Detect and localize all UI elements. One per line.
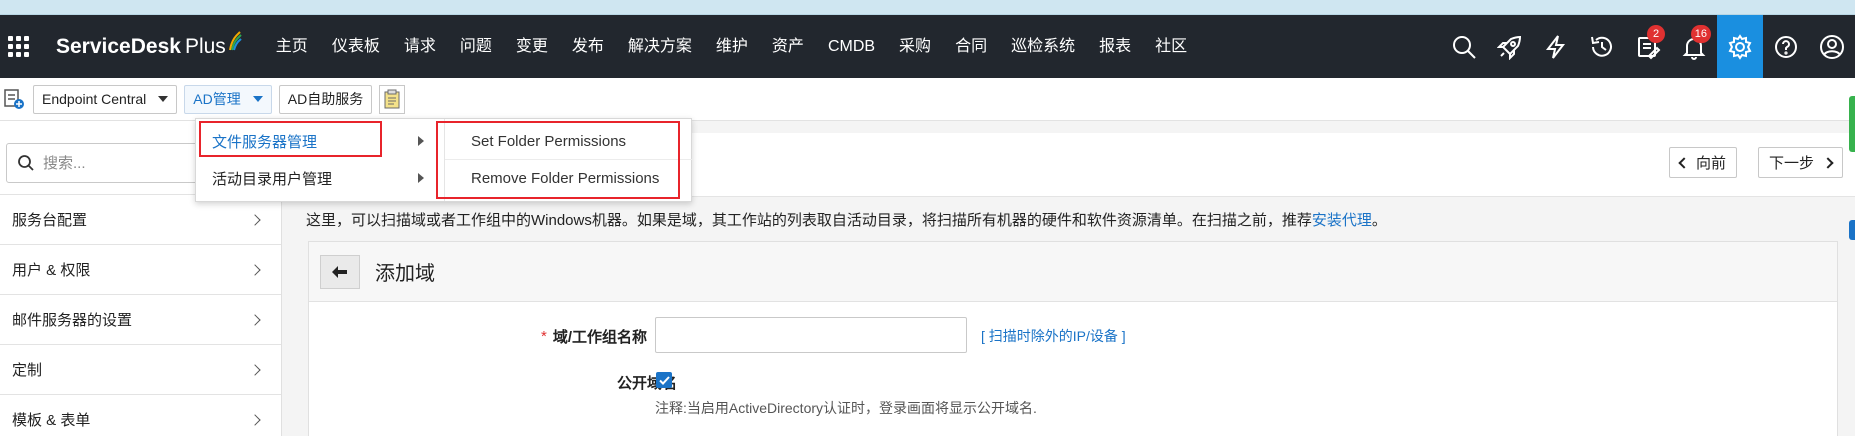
nav-item-contracts[interactable]: 合同 [943,15,999,78]
domain-name-label-text: 域/工作组名称 [552,329,648,346]
nav-item-releases[interactable]: 发布 [560,15,616,78]
chevron-right-icon [249,413,261,426]
nav-item-reports[interactable]: 报表 [1087,15,1143,78]
ad-manage-label: AD管理 [193,91,241,107]
side-tab-green[interactable] [1849,96,1855,152]
add-domain-card: 添加域 * 域/工作组名称 i [ 扫描时除外的IP/设备 ] 公开域名 注释:… [308,241,1838,436]
clipboard-button[interactable] [379,84,406,114]
intro-end: 。 [1371,212,1387,229]
gear-icon[interactable] [1717,15,1763,78]
menu-item-ad-user-management[interactable]: 活动目录用户管理 [196,159,436,197]
nav-item-maintenance[interactable]: 维护 [704,15,760,78]
back-button[interactable] [320,254,360,289]
sidebar-item-label: 服务台配置 [12,212,88,229]
apps-grid-icon[interactable] [8,35,30,58]
check-icon [658,375,670,385]
toolbar: Endpoint Central AD管理 AD自助服务 [0,78,1855,121]
nav-actions: 2 16 [1441,15,1855,78]
endpoint-central-dropdown[interactable]: Endpoint Central [33,84,178,114]
help-icon[interactable] [1763,15,1809,78]
lightning-icon[interactable] [1533,15,1579,78]
logo-plus: Plus [184,34,226,58]
file-server-submenu: Set Folder Permissions Remove Folder Per… [444,119,693,201]
card-title: 添加域 [375,263,435,285]
chevron-right-icon [249,363,261,376]
sidebar-item-label: 模板 & 表单 [12,412,91,429]
sidebar-item-label: 定制 [12,362,43,379]
ad-self-service-button[interactable]: AD自助服务 [278,84,373,114]
next-button[interactable]: 下一步 [1758,147,1844,178]
sidebar-list: 服务台配置 用户 & 权限 邮件服务器的设置 定制 模板 & 表单 [0,194,281,436]
exclude-devices-link[interactable]: [ 扫描时除外的IP/设备 ] [981,326,1126,346]
arrow-left-icon [332,265,347,278]
nav-item-problems[interactable]: 问题 [448,15,504,78]
tasks-badge: 2 [1647,25,1665,43]
intro-body: 这里，可以扫描域或者工作组中的Windows机器。如果是域，其工作站的列表取自活… [306,212,1312,229]
chevron-right-icon [249,313,261,326]
ad-manage-menu: 文件服务器管理 活动目录用户管理 Set Folder Permissions … [195,118,693,202]
menu-item-label: 活动目录用户管理 [212,170,333,188]
search-icon[interactable] [1441,15,1487,78]
card-header: 添加域 [309,242,1837,302]
intro-text: 这里，可以扫描域或者工作组中的Windows机器。如果是域，其工作站的列表取自活… [306,209,1387,230]
caret-right-icon [418,136,424,146]
tasks-icon[interactable]: 2 [1625,15,1671,78]
chevron-down-icon [158,96,169,102]
chevron-right-icon [1822,156,1834,169]
sidebar-item-templates-forms[interactable]: 模板 & 表单 [0,394,281,436]
top-nav: ServiceDesk Plus 主页 仪表板 请求 问题 变更 发布 解决方案… [0,15,1855,78]
domain-name-input[interactable] [655,317,967,353]
chevron-right-icon [249,213,261,226]
required-marker: * [541,328,547,345]
sidebar-item-label: 邮件服务器的设置 [12,312,133,329]
nav-item-cmdb[interactable]: CMDB [816,15,887,78]
menu-item-label: 文件服务器管理 [212,133,318,151]
add-document-icon[interactable] [2,87,26,111]
nav-item-requests[interactable]: 请求 [392,15,448,78]
sidebar-item-users-permissions[interactable]: 用户 & 权限 [0,244,281,294]
notifications-badge: 16 [1690,25,1711,43]
ad-manage-dropdown[interactable]: AD管理 [184,84,272,114]
user-icon[interactable] [1809,15,1855,78]
sidebar-item-mail-server[interactable]: 邮件服务器的设置 [0,294,281,344]
public-domain-note: 注释:当启用ActiveDirectory认证时，登录画面将显示公开域名. [655,400,1037,416]
chevron-left-icon [1678,156,1690,169]
chevron-right-icon [249,263,261,276]
logo-text: ServiceDesk [56,34,181,58]
public-domain-checkbox[interactable] [656,372,672,388]
install-agent-link[interactable]: 安装代理 [1312,212,1372,229]
bell-icon[interactable]: 16 [1671,15,1717,78]
endpoint-central-label: Endpoint Central [42,91,147,107]
ad-self-service-label: AD自助服务 [287,91,364,107]
side-tab-blue[interactable] [1849,220,1855,240]
nav-item-assets[interactable]: 资产 [760,15,816,78]
nav-item-solutions[interactable]: 解决方案 [616,15,704,78]
nav-item-community[interactable]: 社区 [1143,15,1199,78]
submenu-item-remove-folder-permissions[interactable]: Remove Folder Permissions [445,159,693,197]
logo-swirl-icon [228,30,242,50]
browser-strip [0,0,1855,15]
app-logo[interactable]: ServiceDesk Plus [56,30,242,59]
history-icon[interactable] [1579,15,1625,78]
nav-item-purchase[interactable]: 采购 [887,15,943,78]
caret-right-icon [418,173,424,183]
menu-item-file-server-management[interactable]: 文件服务器管理 [196,122,436,160]
chevron-down-icon [252,96,263,102]
rocket-icon[interactable] [1487,15,1533,78]
prev-button[interactable]: 向前 [1669,147,1738,178]
nav-item-home[interactable]: 主页 [264,15,320,78]
search-icon [18,155,34,171]
nav-item-dashboard[interactable]: 仪表板 [320,15,392,78]
clipboard-icon [384,89,400,109]
submenu-item-set-folder-permissions[interactable]: Set Folder Permissions [445,122,693,160]
next-label: 下一步 [1769,155,1815,172]
nav-item-changes[interactable]: 变更 [504,15,560,78]
nav-menu: 主页 仪表板 请求 问题 变更 发布 解决方案 维护 资产 CMDB 采购 合同… [264,15,1199,78]
prev-label: 向前 [1696,155,1727,172]
nav-item-inspection[interactable]: 巡检系统 [999,15,1087,78]
sidebar-item-customize[interactable]: 定制 [0,344,281,394]
sidebar-item-label: 用户 & 权限 [12,262,91,279]
